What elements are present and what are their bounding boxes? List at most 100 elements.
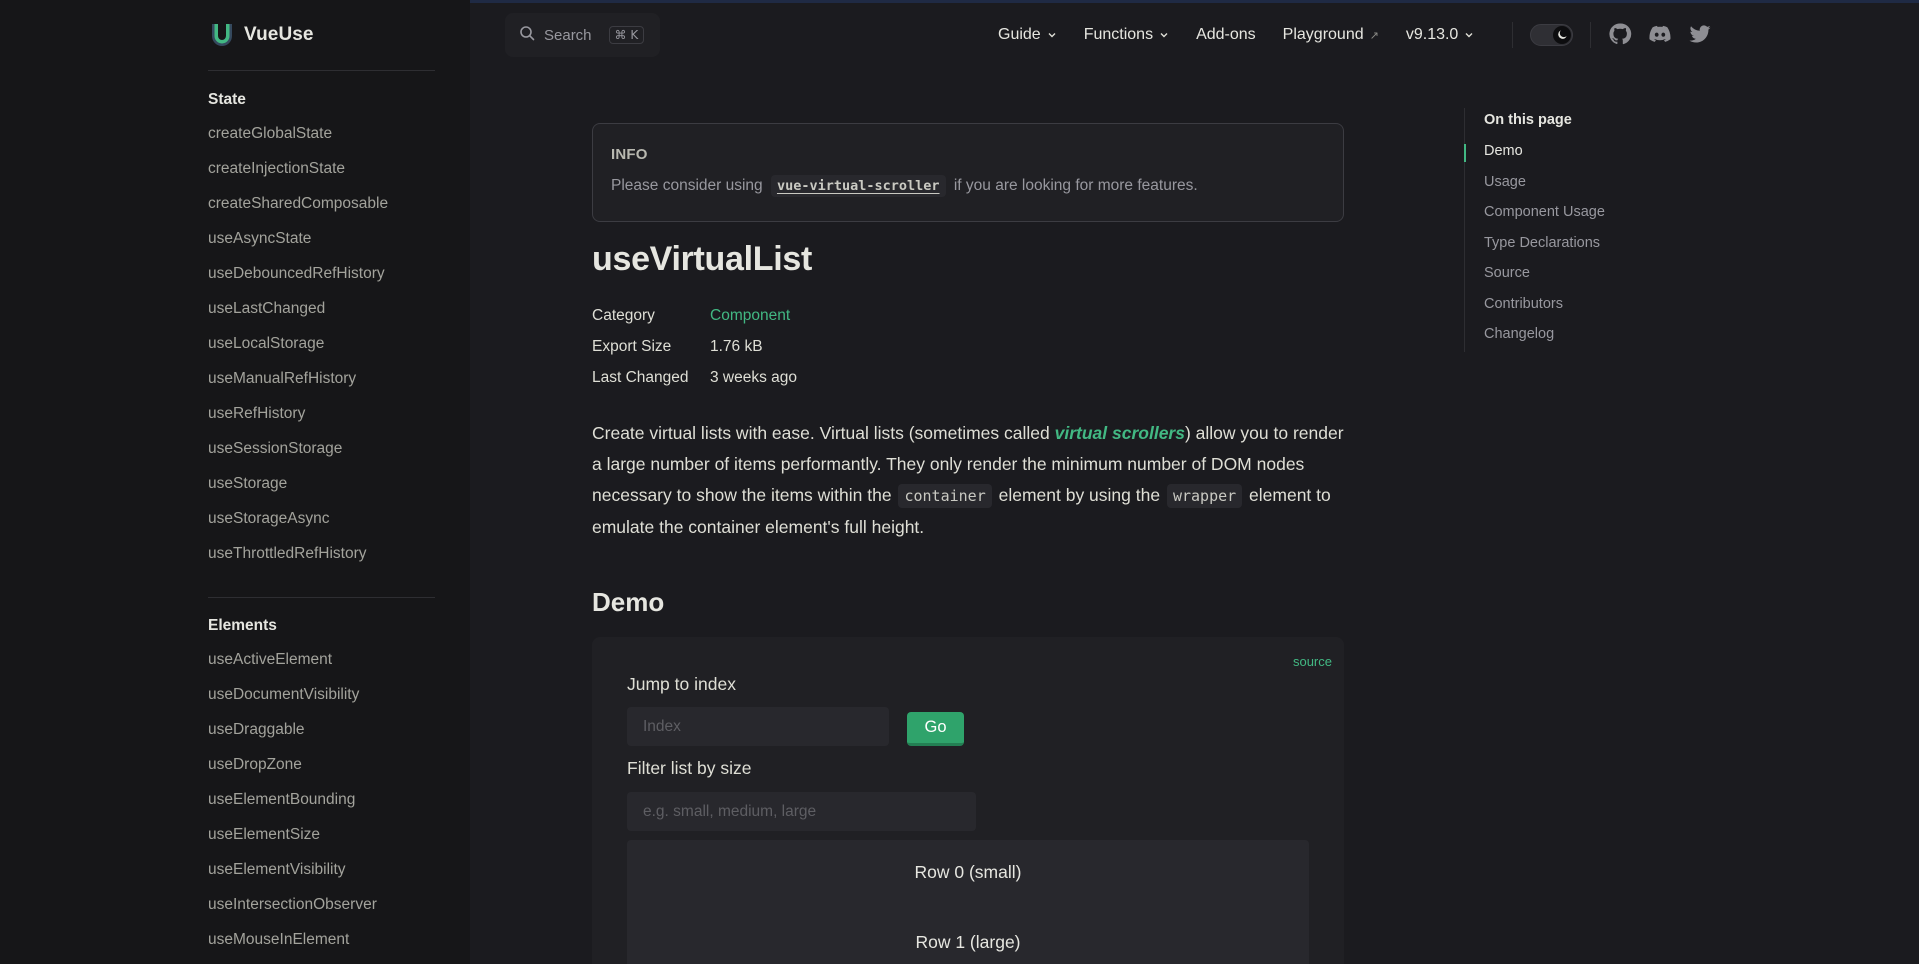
sidebar-list: useActiveElement useDocumentVisibility use…	[208, 648, 435, 963]
nav-functions[interactable]: Functions	[1084, 26, 1169, 44]
info-callout: INFO Please consider using vue-virtual-s…	[592, 123, 1344, 222]
sidebar-item[interactable]: useAsyncState	[208, 227, 435, 262]
sidebar-item[interactable]: useElementVisibility	[208, 858, 435, 893]
outline-item[interactable]: Usage	[1465, 173, 1685, 204]
brand-link[interactable]: VueUse	[210, 22, 314, 48]
sidebar-item[interactable]: useThrottledRefHistory	[208, 542, 435, 577]
twitter-icon[interactable]	[1688, 22, 1712, 46]
description: Create virtual lists with ease. Virtual …	[592, 418, 1344, 543]
outline-item[interactable]: Changelog	[1465, 325, 1685, 356]
sidebar-section-title: Elements	[208, 617, 277, 634]
meta-row-export-size: Export Size 1.76 kB	[592, 331, 797, 362]
nav-guide[interactable]: Guide	[998, 26, 1057, 44]
sidebar-item[interactable]: useLocalStorage	[208, 332, 435, 367]
sidebar-item[interactable]: useStorage	[208, 472, 435, 507]
sidebar-item[interactable]: useActiveElement	[208, 648, 435, 683]
sidebar-item[interactable]: useElementBounding	[208, 788, 435, 823]
category-link[interactable]: Component	[710, 307, 790, 325]
nav-playground[interactable]: Playground ↗	[1283, 26, 1379, 44]
virtual-scrollers-link[interactable]: virtual scrollers	[1055, 423, 1185, 443]
demo-container: source Jump to index Go Filter list by s…	[592, 637, 1344, 964]
filter-label: Filter list by size	[627, 758, 752, 778]
filter-input[interactable]	[627, 792, 976, 831]
info-text-after: if you are looking for more features.	[953, 177, 1198, 194]
info-text-before: Please consider using	[611, 177, 763, 194]
sidebar-item[interactable]: useDebouncedRefHistory	[208, 262, 435, 297]
divider	[208, 597, 435, 598]
meta-row-category: Category Component	[592, 300, 797, 331]
outline-item[interactable]: Type Declarations	[1465, 234, 1685, 265]
nav-divider	[1590, 22, 1591, 48]
outline-item[interactable]: Demo	[1465, 142, 1685, 173]
nav-label: Guide	[998, 26, 1041, 43]
sidebar-item[interactable]: useLastChanged	[208, 297, 435, 332]
meta-key: Category	[592, 306, 655, 324]
chevron-down-icon	[1048, 33, 1056, 38]
sidebar-item[interactable]: useMouseInElement	[208, 928, 435, 963]
discord-icon[interactable]	[1648, 22, 1672, 46]
on-this-page-outline: On this page Demo Usage Component Usage Typ…	[1464, 108, 1684, 352]
sidebar-item[interactable]: useManualRefHistory	[208, 367, 435, 402]
sidebar-item[interactable]: createGlobalState	[208, 122, 435, 157]
list-item: Row 1 (large)	[915, 932, 1021, 952]
outline-title: On this page	[1484, 112, 1572, 128]
nav-add-ons[interactable]: Add-ons	[1196, 26, 1256, 44]
sidebar-item[interactable]: useIntersectionObserver	[208, 893, 435, 928]
index-input[interactable]	[627, 707, 889, 746]
nav-label: Add-ons	[1196, 26, 1256, 43]
sidebar-item[interactable]: useStorageAsync	[208, 507, 435, 542]
meta-value: 1.76 kB	[710, 337, 763, 355]
sidebar-item[interactable]: useDraggable	[208, 718, 435, 753]
list-item: Row 0 (small)	[914, 861, 1022, 882]
search-icon	[519, 25, 535, 46]
function-meta: Category Component Export Size 1.76 kB L…	[592, 300, 797, 393]
top-nav: Guide Functions Add-ons Playground ↗ v9.…	[998, 22, 1501, 48]
go-button[interactable]: Go	[907, 712, 964, 746]
meta-value: 3 weeks ago	[710, 368, 798, 386]
social-links	[1608, 22, 1712, 46]
meta-key: Export Size	[592, 337, 672, 355]
nav-divider	[1512, 22, 1513, 48]
vue-virtual-scroller-link[interactable]: vue-virtual-scroller	[770, 175, 946, 197]
source-link[interactable]: source	[1293, 654, 1332, 669]
outline-item[interactable]: Source	[1465, 264, 1685, 295]
theme-toggle[interactable]	[1530, 24, 1573, 46]
info-title: INFO	[611, 146, 648, 163]
sidebar-item[interactable]: createInjectionState	[208, 157, 435, 192]
outline-item[interactable]: Contributors	[1465, 295, 1685, 326]
inline-code: container	[898, 484, 992, 508]
sidebar-item[interactable]: useRefHistory	[208, 402, 435, 437]
sidebar-item[interactable]: useDocumentVisibility	[208, 683, 435, 718]
divider	[208, 70, 435, 71]
sidebar-item[interactable]: useDropZone	[208, 753, 435, 788]
moon-icon	[1553, 26, 1571, 44]
meta-key: Last Changed	[592, 368, 689, 386]
sidebar-section-state: State createGlobalState createInjectionSt…	[208, 88, 435, 577]
sidebar-section-elements: Elements useActiveElement useDocumentVisi…	[208, 614, 435, 963]
github-icon[interactable]	[1608, 22, 1632, 46]
meta-row-last-changed: Last Changed 3 weeks ago	[592, 362, 797, 393]
chevron-down-icon	[1465, 33, 1473, 38]
nav-label: Functions	[1083, 26, 1154, 43]
nav-version[interactable]: v9.13.0	[1406, 26, 1474, 44]
nav-label: v9.13.0	[1405, 26, 1459, 43]
search-button[interactable]: Search ⌘ K	[505, 13, 660, 57]
jump-to-index-label: Jump to index	[627, 674, 736, 694]
external-link-icon: ↗	[1369, 29, 1379, 42]
outline-item[interactable]: Component Usage	[1465, 203, 1685, 234]
sidebar-list: createGlobalState createInjectionState cre…	[208, 122, 435, 577]
page-title: useVirtualList	[592, 240, 813, 278]
sidebar-item[interactable]: createSharedComposable	[208, 192, 435, 227]
search-label: Search	[544, 26, 592, 44]
virtual-list-container[interactable]: Row 0 (small) Row 1 (large)	[627, 840, 1309, 964]
sidebar-item[interactable]: useSessionStorage	[208, 437, 435, 472]
brand-name: VueUse	[244, 24, 314, 45]
chevron-down-icon	[1160, 33, 1168, 38]
outline-list: Demo Usage Component Usage Type Declaration…	[1465, 142, 1685, 356]
info-text: Please consider using vue-virtual-scroll…	[611, 175, 1325, 197]
sidebar-item[interactable]: useElementSize	[208, 823, 435, 858]
search-shortcut: ⌘ K	[608, 26, 645, 44]
sidebar-section-title: State	[208, 91, 246, 108]
description-text: element by using the	[993, 485, 1165, 505]
inline-code: wrapper	[1166, 484, 1243, 508]
